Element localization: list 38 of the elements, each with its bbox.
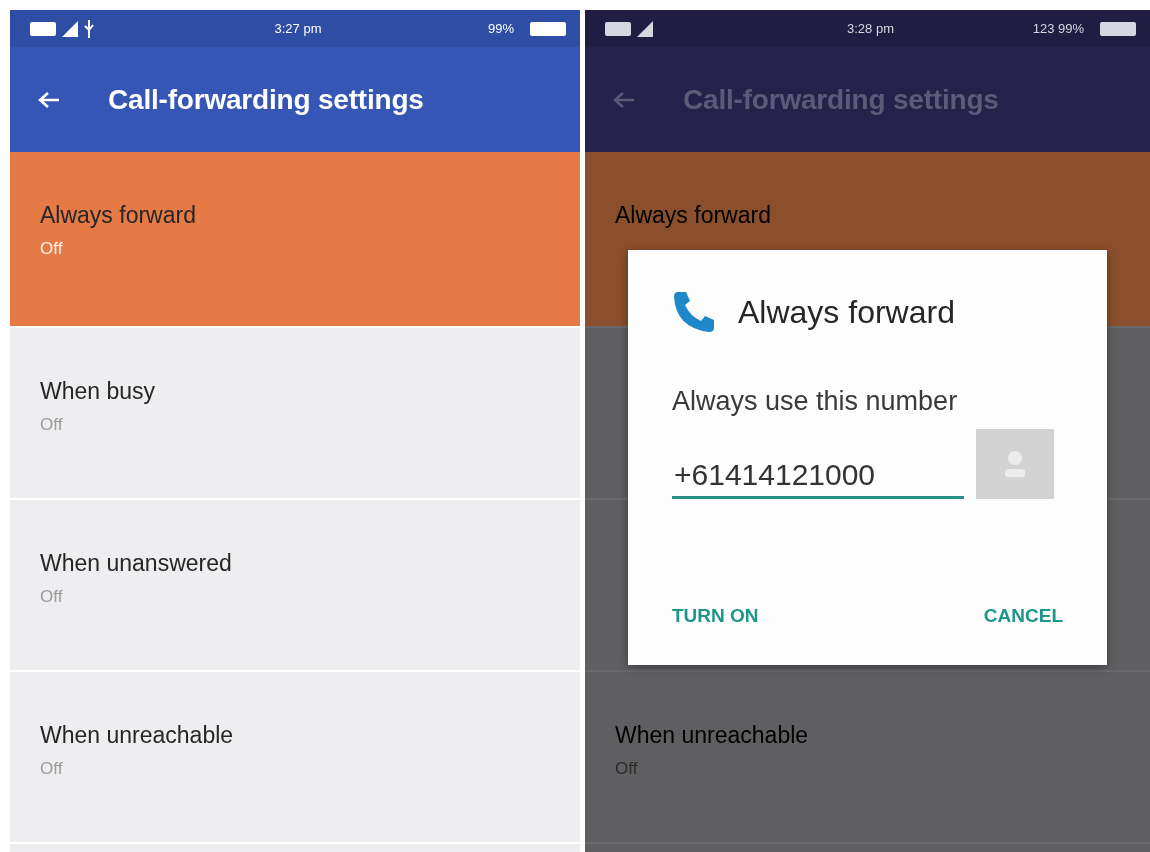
setting-row[interactable]: When unreachable Off <box>10 672 580 844</box>
dialog-button[interactable]: CANCEL <box>983 605 1063 627</box>
setting-row[interactable]: When unreachable Off <box>585 672 1150 844</box>
battery-percentage: 99% <box>488 21 514 36</box>
battery-percentage: 123 99% <box>1032 21 1084 36</box>
setting-title: When unanswered <box>40 550 232 577</box>
signal-icon <box>637 20 653 37</box>
setting-value: Off <box>40 759 63 779</box>
setting-title: When unreachable <box>40 722 234 749</box>
app-bar-title: Call-forwarding settings <box>108 83 424 116</box>
phone-icon <box>672 290 716 334</box>
setting-title: Always forward <box>40 202 196 229</box>
dialog-message: Always use this number <box>672 386 959 417</box>
setting-value: Off <box>615 759 638 779</box>
highlighted-setting-row[interactable]: Always forward Off <box>10 152 580 328</box>
setting-title: When unreachable <box>615 722 809 749</box>
setting-value: Off <box>40 587 63 607</box>
battery-icon <box>530 21 566 36</box>
setting-title: Always forward <box>615 202 771 229</box>
setting-title: When busy <box>40 378 156 405</box>
dialog-button[interactable]: TURN ON <box>672 605 759 627</box>
status-time: 3:28 pm <box>846 21 895 36</box>
sim-card-icon <box>605 21 631 36</box>
phone-number-field[interactable]: +61414121000 <box>672 452 964 499</box>
setting-value: Off <box>40 239 63 259</box>
person-icon <box>1004 449 1026 479</box>
back-arrow-icon <box>613 90 635 109</box>
status-time: 3:27 pm <box>273 21 323 36</box>
back-arrow-icon <box>38 90 60 109</box>
app-bar-title: Call-forwarding settings <box>683 83 999 116</box>
setting-row[interactable]: When busy Off <box>10 328 580 500</box>
battery-icon <box>1100 21 1136 36</box>
signal-icon <box>62 20 78 37</box>
setting-row[interactable]: When unanswered Off <box>10 500 580 672</box>
contact-picker-button[interactable] <box>976 429 1054 499</box>
sim-card-icon <box>30 21 56 36</box>
setting-value: Off <box>40 415 63 435</box>
dialog-title: Always forward <box>738 293 955 331</box>
